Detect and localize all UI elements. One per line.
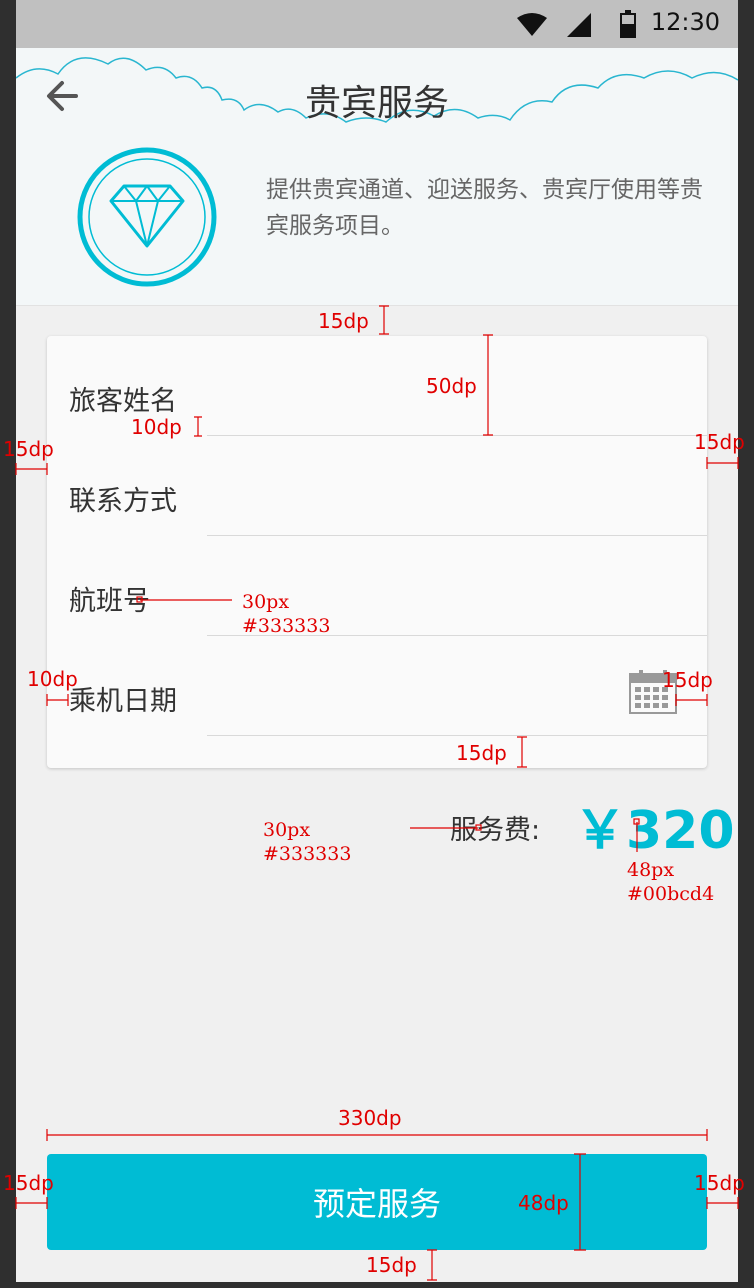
- spec-fee-value-font-size: 48px: [627, 859, 675, 881]
- spec-button-bottom-margin: 15dp: [366, 1253, 417, 1277]
- spec-button-width: 330dp: [338, 1106, 402, 1130]
- spec-icon-right-padding: 15dp: [662, 668, 713, 692]
- spec-label-left-padding: 10dp: [27, 667, 78, 691]
- spec-button-right-margin: 15dp: [694, 1171, 745, 1195]
- spec-label-bottom-gap: 10dp: [131, 415, 182, 439]
- spec-fee-label-font-size: 30px: [263, 819, 311, 841]
- spec-card-top-gap: 15dp: [318, 309, 369, 333]
- spec-label-font-size: 30px: [242, 591, 290, 613]
- spec-card-left-margin: 15dp: [3, 437, 54, 461]
- spec-row-height: 50dp: [426, 374, 477, 398]
- spec-card-bottom-padding: 15dp: [456, 741, 507, 765]
- spec-card-right-margin: 15dp: [694, 430, 745, 454]
- spec-fee-value-color: #00bcd4: [627, 883, 715, 905]
- spec-annotation-lines: [15, 305, 739, 1281]
- spec-fee-label-color: #333333: [263, 843, 352, 865]
- spec-button-height: 48dp: [518, 1191, 569, 1215]
- spec-label-color: #333333: [242, 615, 331, 637]
- spec-button-left-margin: 15dp: [3, 1171, 54, 1195]
